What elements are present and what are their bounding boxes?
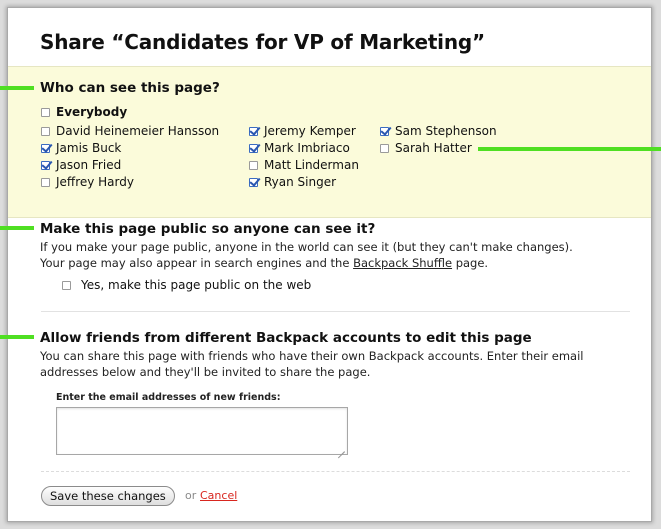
make-public-checkbox-row[interactable]: Yes, make this page public on the web	[62, 278, 311, 292]
person-checkbox-jeffrey[interactable]: Jeffrey Hardy	[41, 175, 134, 189]
person-name: Matt Linderman	[264, 158, 359, 172]
person-name: Ryan Singer	[264, 175, 337, 189]
annotation-marker-public	[0, 226, 34, 230]
friends-description-line1: You can share this page with friends who…	[40, 349, 584, 363]
person-checkbox-mark[interactable]: Mark Imbriaco	[249, 141, 350, 155]
who-can-see-heading: Who can see this page?	[40, 80, 220, 96]
make-public-checkbox[interactable]	[62, 280, 71, 290]
section-divider	[41, 311, 630, 312]
person-checkbox-matt[interactable]: Matt Linderman	[249, 158, 359, 172]
person-checkbox-jamis[interactable]: Jamis Buck	[41, 141, 121, 155]
everybody-label: Everybody	[56, 105, 128, 119]
public-line2-prefix: Your page may also appear in search engi…	[40, 256, 354, 270]
email-addresses-textarea[interactable]	[56, 407, 348, 455]
checkbox-checked[interactable]	[41, 143, 50, 153]
person-checkbox-jason[interactable]: Jason Fried	[41, 158, 121, 172]
annotation-marker-sarah	[478, 147, 661, 151]
checkbox-checked[interactable]	[249, 126, 258, 136]
person-name: Mark Imbriaco	[264, 141, 350, 155]
person-name: Sarah Hatter	[395, 141, 472, 155]
checkbox[interactable]	[41, 177, 50, 187]
annotation-marker-friends	[0, 335, 34, 339]
checkbox-checked[interactable]	[249, 143, 258, 153]
person-name: Jamis Buck	[56, 141, 122, 155]
friends-description-line2: addresses below and they'll be invited t…	[40, 365, 371, 379]
actions-divider	[41, 471, 630, 472]
person-checkbox-jeremy[interactable]: Jeremy Kemper	[249, 124, 356, 138]
annotation-marker-who	[0, 86, 34, 90]
person-checkbox-sam[interactable]: Sam Stephenson	[380, 124, 497, 138]
person-checkbox-david[interactable]: David Heinemeier Hansson	[41, 124, 219, 138]
public-line2-suffix: page.	[452, 256, 489, 270]
or-text: or	[185, 489, 197, 502]
person-name: David Heinemeier Hansson	[56, 124, 220, 138]
make-public-label: Yes, make this page public on the web	[81, 278, 312, 292]
checkbox-checked[interactable]	[41, 160, 50, 170]
checkbox-checked[interactable]	[249, 177, 258, 187]
email-field-label: Enter the email addresses of new friends…	[56, 392, 281, 403]
resize-grip-icon[interactable]	[338, 445, 345, 452]
person-name: Jason Fried	[56, 158, 122, 172]
page-title: Share “Candidates for VP of Marketing”	[40, 30, 485, 54]
person-name: Sam Stephenson	[395, 124, 497, 138]
checkbox[interactable]	[249, 160, 258, 170]
person-name: Jeffrey Hardy	[56, 175, 134, 189]
public-heading: Make this page public so anyone can see …	[40, 221, 376, 237]
who-can-see-panel: Who can see this page? Everybody David H…	[8, 66, 651, 218]
share-dialog: Share “Candidates for VP of Marketing” W…	[8, 8, 651, 521]
checkbox[interactable]	[380, 143, 389, 153]
friends-heading: Allow friends from different Backpack ac…	[40, 330, 532, 346]
person-checkbox-ryan[interactable]: Ryan Singer	[249, 175, 336, 189]
public-description-line2: Your page may also appear in search engi…	[40, 255, 488, 271]
person-name: Jeremy Kemper	[264, 124, 356, 138]
backpack-shuffle-link[interactable]: Backpack Shuffle	[353, 256, 452, 270]
everybody-checkbox[interactable]	[41, 107, 50, 117]
checkbox-checked[interactable]	[380, 126, 389, 136]
person-checkbox-sarah[interactable]: Sarah Hatter	[380, 141, 472, 155]
checkbox[interactable]	[41, 126, 50, 136]
save-changes-button[interactable]: Save these changes	[41, 486, 175, 506]
everybody-checkbox-row[interactable]: Everybody	[41, 105, 127, 119]
public-description-line1: If you make your page public, anyone in …	[40, 240, 573, 254]
cancel-link[interactable]: Cancel	[200, 489, 237, 502]
